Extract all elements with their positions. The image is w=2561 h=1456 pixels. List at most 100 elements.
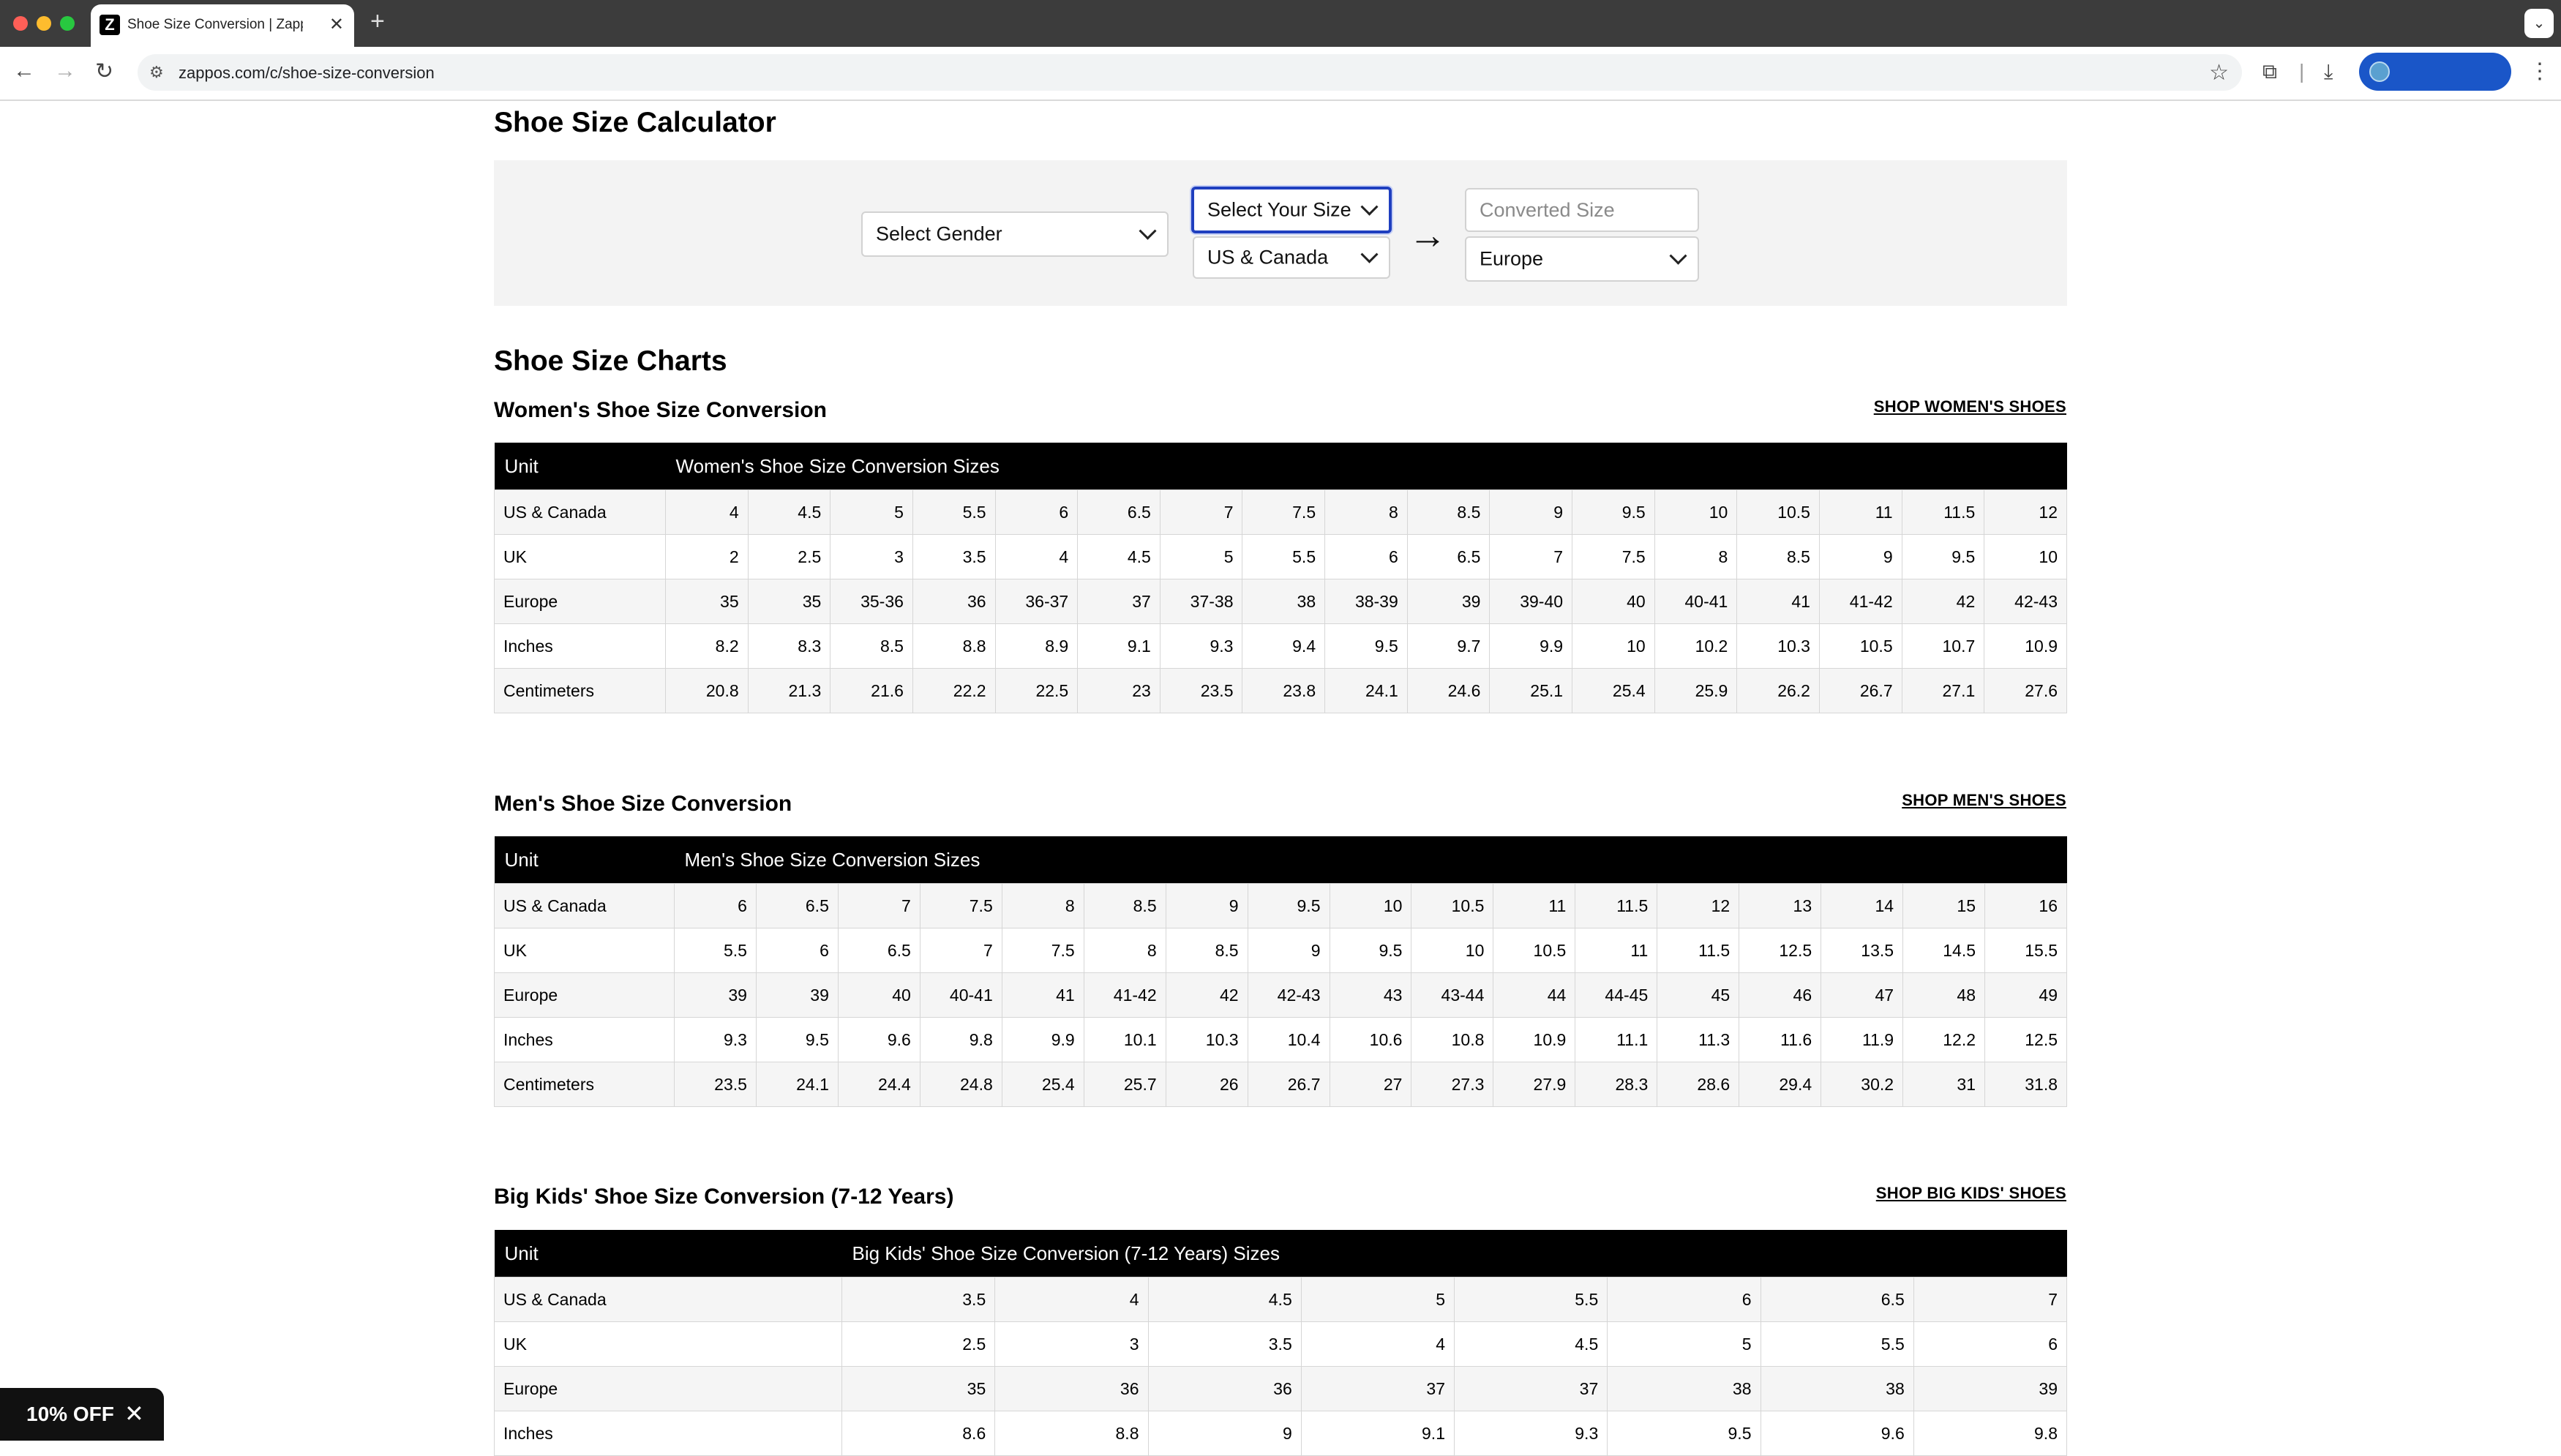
size-cell: 39 — [1913, 1366, 2068, 1411]
size-cell: 27 — [1329, 1062, 1412, 1107]
size-cell: 10.7 — [1901, 623, 1985, 669]
table-row: UK 2 2.5 3 3.5 4 4.5 5 5.5 6 6.5 7 7.5 8 8.5 9 9.5 10 — [494, 534, 2067, 579]
shop-bigkids-link[interactable]: SHOP BIG KIDS' SHOES — [1876, 1184, 2066, 1203]
size-cell: 9.7 — [1406, 623, 1491, 669]
forward-arrow-icon[interactable]: → — [54, 59, 76, 83]
close-promo-icon[interactable]: ✕ — [124, 1400, 144, 1427]
size-cell: 9.8 — [919, 1017, 1002, 1062]
size-cell: 5 — [1300, 1277, 1455, 1322]
size-cell: 9.5 — [1247, 883, 1330, 928]
from-unit-select[interactable]: US & Canada — [1193, 236, 1390, 279]
size-cell: 12 — [1657, 883, 1740, 928]
unit-column-header: Unit — [494, 443, 666, 490]
size-cell: 4.5 — [1453, 1321, 1608, 1367]
size-cell: 27.3 — [1411, 1062, 1494, 1107]
size-cell: 9 — [1165, 883, 1248, 928]
from-unit-label: US & Canada — [1207, 246, 1329, 269]
size-cell: 5.5 — [1453, 1277, 1608, 1322]
size-cell: 6.5 — [837, 928, 920, 973]
size-cell: 11.1 — [1575, 1017, 1658, 1062]
size-cell: 36-37 — [994, 579, 1079, 624]
maximize-window-button[interactable] — [60, 16, 75, 31]
browser-menu-icon[interactable]: ⋮ — [2529, 59, 2551, 84]
row-unit-label: Centimeters — [494, 668, 666, 713]
profile-button[interactable] — [2359, 53, 2511, 91]
size-cell: 40-41 — [919, 972, 1002, 1018]
converted-size-field[interactable]: Converted Size — [1465, 188, 1699, 232]
chevron-down-icon — [1669, 247, 1687, 265]
size-cell: 5.5 — [1242, 534, 1326, 579]
tab-search-chevron-icon[interactable]: ⌄ — [2524, 9, 2554, 38]
url-text: zappos.com/c/shoe-size-conversion — [179, 64, 435, 82]
download-icon[interactable]: ⤓ — [2324, 60, 2333, 84]
size-cell: 13 — [1739, 883, 1822, 928]
site-settings-icon[interactable]: ⚙ — [149, 63, 164, 82]
size-cell: 9.5 — [1572, 489, 1655, 535]
size-cell: 7 — [919, 928, 1002, 973]
size-cell: 37 — [1300, 1366, 1455, 1411]
size-cell: 6.5 — [1077, 489, 1160, 535]
browser-tab[interactable]: Z Shoe Size Conversion | Zappos ✕ — [91, 4, 354, 47]
size-cell: 5.5 — [1760, 1321, 1914, 1367]
arrow-right-icon: → — [1409, 214, 1447, 257]
extensions-puzzle-icon[interactable]: ⧉ — [2262, 60, 2277, 84]
table-row: Inches 8.6 8.8 9 9.1 9.3 9.5 9.6 9.8 — [494, 1411, 2068, 1456]
size-cell: 6.5 — [1406, 534, 1491, 579]
size-cell: 27.6 — [1984, 668, 2067, 713]
zappos-favicon-icon: Z — [100, 15, 120, 35]
size-cell: 7.5 — [1001, 928, 1084, 973]
close-window-button[interactable] — [13, 16, 28, 31]
size-cell: 8.8 — [994, 1411, 1149, 1456]
size-cell: 7.5 — [1572, 534, 1655, 579]
reload-icon[interactable]: ↻ — [95, 59, 113, 84]
row-unit-label: US & Canada — [494, 883, 675, 928]
size-cell: 11.3 — [1657, 1017, 1740, 1062]
size-cell: 10.5 — [1736, 489, 1820, 535]
row-unit-label: UK — [494, 1321, 842, 1367]
table-row: Europe 39 39 40 40-41 41 41-42 42 42-43 43 43-44 44… — [494, 972, 2067, 1018]
size-cell: 4 — [994, 534, 1079, 579]
size-cell: 26.2 — [1736, 668, 1820, 713]
address-bar[interactable]: ⚙ zappos.com/c/shoe-size-conversion ☆ — [138, 54, 2242, 91]
close-tab-icon[interactable]: ✕ — [329, 14, 344, 35]
size-cell: 36 — [994, 1366, 1149, 1411]
size-cell: 29.4 — [1739, 1062, 1822, 1107]
gender-select-label: Select Gender — [876, 222, 1002, 245]
size-cell: 39-40 — [1489, 579, 1573, 624]
table-row: UK 5.5 6 6.5 7 7.5 8 8.5 9 9.5 10 10.5 11 11.5 12.5 13.… — [494, 928, 2067, 973]
size-cell: 28.6 — [1657, 1062, 1740, 1107]
size-select-label: Select Your Size — [1207, 198, 1351, 221]
row-unit-label: Centimeters — [494, 1062, 675, 1107]
shop-mens-link[interactable]: SHOP MEN'S SHOES — [1902, 791, 2066, 810]
gender-select[interactable]: Select Gender — [861, 211, 1169, 257]
size-cell: 11 — [1575, 928, 1658, 973]
size-cell: 23.5 — [674, 1062, 757, 1107]
size-cell: 3.5 — [912, 534, 996, 579]
promo-banner[interactable]: 10% OFF ✕ — [0, 1388, 164, 1441]
calculator-panel: Select Gender Select Your Size US & Cana… — [494, 160, 2067, 306]
size-cell: 9 — [1247, 928, 1330, 973]
to-unit-select[interactable]: Europe — [1465, 236, 1699, 282]
row-unit-label: Inches — [494, 1017, 675, 1062]
size-cell: 8 — [1324, 489, 1408, 535]
size-cell: 22.5 — [994, 668, 1079, 713]
size-cell: 24.6 — [1406, 668, 1491, 713]
size-cell: 9.5 — [1607, 1411, 1761, 1456]
size-cell: 41 — [1001, 972, 1084, 1018]
calculator-title: Shoe Size Calculator — [494, 107, 776, 138]
size-cell: 3 — [994, 1321, 1149, 1367]
table-row: Centimeters 20.8 21.3 21.6 22.2 22.5 23 23.5 23.… — [494, 668, 2067, 713]
size-cell: 10 — [1654, 489, 1738, 535]
new-tab-icon[interactable]: + — [370, 7, 385, 36]
size-cell: 11 — [1493, 883, 1576, 928]
size-cell: 8.6 — [841, 1411, 996, 1456]
size-cell: 8.8 — [912, 623, 996, 669]
bookmark-star-icon[interactable]: ☆ — [2209, 60, 2229, 86]
minimize-window-button[interactable] — [37, 16, 51, 31]
shop-womens-link[interactable]: SHOP WOMEN'S SHOES — [1874, 397, 2066, 416]
size-cell: 8.5 — [1406, 489, 1491, 535]
tab-title: Shoe Size Conversion | Zappos — [127, 17, 303, 32]
back-arrow-icon[interactable]: ← — [13, 59, 35, 83]
size-cell: 39 — [1406, 579, 1491, 624]
size-select[interactable]: Select Your Size — [1191, 187, 1392, 233]
